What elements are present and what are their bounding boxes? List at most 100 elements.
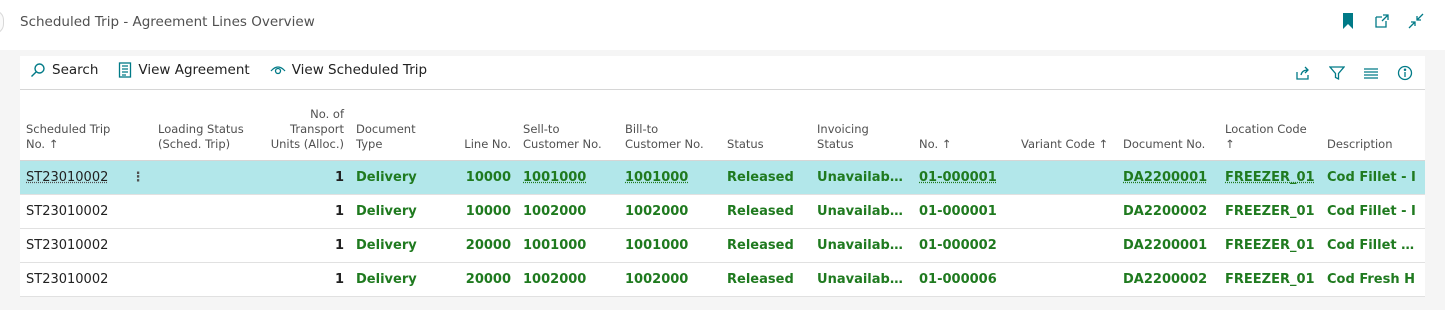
row-menu-icon[interactable]: ⋮	[124, 160, 153, 195]
variant-code-cell	[1015, 228, 1118, 263]
column-header-status[interactable]: Status	[721, 91, 812, 161]
item-no-cell[interactable]: 01-000001	[913, 160, 1016, 195]
column-header-transport-units[interactable]: No. of Transport Units (Alloc.)	[258, 91, 351, 161]
document-no-cell[interactable]: DA2200002	[1117, 262, 1220, 297]
search-button[interactable]: Search	[30, 62, 98, 78]
document-no-cell[interactable]: DA2200001	[1117, 228, 1220, 263]
document-no-cell[interactable]: DA2200001	[1117, 160, 1220, 195]
trip-no-cell[interactable]: ST23010002	[20, 228, 124, 263]
document-type-cell: Delivery	[350, 194, 438, 229]
variant-code-cell	[1015, 262, 1118, 297]
location-code-cell[interactable]: FREEZER_01	[1219, 160, 1322, 195]
item-no-cell[interactable]: 01-000006	[913, 262, 1016, 297]
trip-no-cell[interactable]: ST23010002	[20, 194, 124, 229]
item-no-cell[interactable]: 01-000002	[913, 228, 1016, 263]
row-menu-icon[interactable]	[124, 194, 153, 229]
invoicing-status-cell: Unavailable ...	[811, 160, 914, 195]
loading-status-cell	[152, 228, 259, 263]
item-no-cell[interactable]: 01-000001	[913, 194, 1016, 229]
filter-icon[interactable]	[1327, 63, 1347, 83]
loading-status-cell	[152, 194, 259, 229]
column-header-document-type[interactable]: Document Type	[350, 91, 438, 161]
table-row[interactable]: ST23010002 1 Delivery 10000 1002000 1002…	[20, 194, 1426, 229]
status-cell: Released	[721, 262, 812, 297]
bill-to-cell[interactable]: 1001000	[619, 228, 722, 263]
line-no-cell: 20000	[437, 262, 518, 297]
eye-icon	[270, 62, 286, 78]
transport-units-cell: 1	[258, 194, 351, 229]
collapse-icon[interactable]	[1407, 12, 1425, 30]
document-type-cell: Delivery	[350, 262, 438, 297]
column-header-invoicing-status[interactable]: Invoicing Status	[811, 91, 914, 161]
bill-to-cell[interactable]: 1002000	[619, 262, 722, 297]
row-menu-icon[interactable]	[124, 228, 153, 263]
column-header-variant-code[interactable]: Variant Code ↑	[1015, 91, 1118, 161]
transport-units-cell: 1	[258, 160, 351, 195]
location-code-cell[interactable]: FREEZER_01	[1219, 194, 1322, 229]
view-scheduled-trip-label: View Scheduled Trip	[291, 62, 428, 78]
info-icon[interactable]	[1395, 63, 1415, 83]
column-header-location-code[interactable]: Location Code ↑	[1219, 91, 1322, 161]
view-agreement-label: View Agreement	[138, 62, 250, 78]
search-icon	[30, 62, 46, 78]
list-icon[interactable]	[1361, 63, 1381, 83]
status-cell: Released	[721, 160, 812, 195]
column-header-sell-to[interactable]: Sell-to Customer No.	[517, 91, 620, 161]
share-icon[interactable]	[1293, 63, 1313, 83]
description-cell: Cod Fillet - I	[1321, 194, 1426, 229]
view-agreement-button[interactable]: View Agreement	[118, 62, 250, 78]
bill-to-cell[interactable]: 1001000	[619, 160, 722, 195]
table-header-row: Scheduled Trip No. ↑ Loading Status (Sched…	[20, 91, 1426, 161]
description-cell: Cod Fillet - I	[1321, 160, 1426, 195]
column-header-document-no[interactable]: Document No.	[1117, 91, 1220, 161]
bill-to-cell[interactable]: 1002000	[619, 194, 722, 229]
column-header-trip-no[interactable]: Scheduled Trip No. ↑	[20, 91, 153, 161]
table-row[interactable]: ST23010002 1 Delivery 20000 1002000 1002…	[20, 262, 1426, 297]
open-new-window-icon[interactable]	[1373, 12, 1391, 30]
invoicing-status-cell: Unavailable ...	[811, 228, 914, 263]
line-no-cell: 10000	[437, 194, 518, 229]
location-code-cell[interactable]: FREEZER_01	[1219, 228, 1322, 263]
sell-to-cell[interactable]: 1002000	[517, 194, 620, 229]
column-header-line-no[interactable]: Line No.	[437, 91, 518, 161]
column-header-description[interactable]: Description	[1321, 91, 1426, 161]
search-label: Search	[52, 62, 99, 78]
bookmark-icon[interactable]	[1339, 12, 1357, 30]
nav-edge-handle[interactable]	[0, 10, 4, 34]
transport-units-cell: 1	[258, 228, 351, 263]
description-cell: Cod Fresh H	[1321, 262, 1426, 297]
transport-units-cell: 1	[258, 262, 351, 297]
sell-to-cell[interactable]: 1002000	[517, 262, 620, 297]
trip-no-cell[interactable]: ST23010002	[20, 262, 124, 297]
column-header-no[interactable]: No. ↑	[913, 91, 1016, 161]
document-type-cell: Delivery	[350, 160, 438, 195]
page-header: Scheduled Trip - Agreement Lines Overvie…	[0, 0, 1445, 50]
sell-to-cell[interactable]: 1001000	[517, 160, 620, 195]
table-row[interactable]: ST23010002 1 Delivery 20000 1001000 1001…	[20, 228, 1426, 263]
line-no-cell: 20000	[437, 228, 518, 263]
variant-code-cell	[1015, 194, 1118, 229]
page-title: Scheduled Trip - Agreement Lines Overvie…	[20, 14, 315, 30]
column-header-loading-status[interactable]: Loading Status (Sched. Trip)	[152, 91, 259, 161]
agreement-lines-table: Scheduled Trip No. ↑ Loading Status (Sched…	[20, 91, 1426, 297]
line-no-cell: 10000	[437, 160, 518, 195]
action-bar: Search View Agreement View Scheduled Tri…	[20, 56, 1425, 90]
list-panel: Search View Agreement View Scheduled Tri…	[20, 56, 1426, 297]
invoicing-status-cell: Unavailable ...	[811, 194, 914, 229]
header-actions	[1339, 12, 1425, 30]
location-code-cell[interactable]: FREEZER_01	[1219, 262, 1322, 297]
description-cell: Cod Fillet - S	[1321, 228, 1426, 263]
document-no-cell[interactable]: DA2200002	[1117, 194, 1220, 229]
trip-no-cell[interactable]: ST23010002	[20, 160, 124, 195]
loading-status-cell	[152, 262, 259, 297]
table-row[interactable]: ST23010002 ⋮ 1 Delivery 10000 1001000 10…	[20, 160, 1426, 195]
document-icon	[118, 62, 132, 78]
invoicing-status-cell: Unavailable ...	[811, 262, 914, 297]
view-scheduled-trip-button[interactable]: View Scheduled Trip	[270, 62, 427, 78]
column-header-bill-to[interactable]: Bill-to Customer No.	[619, 91, 722, 161]
row-menu-icon[interactable]	[124, 262, 153, 297]
status-cell: Released	[721, 194, 812, 229]
document-type-cell: Delivery	[350, 228, 438, 263]
status-cell: Released	[721, 228, 812, 263]
sell-to-cell[interactable]: 1001000	[517, 228, 620, 263]
